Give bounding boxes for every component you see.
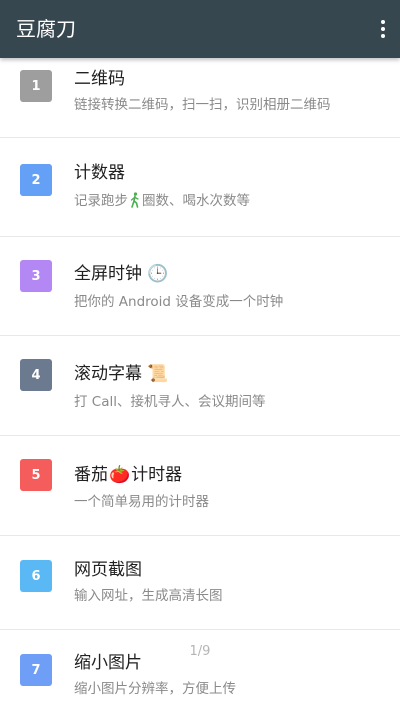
item-title: 二维码	[74, 68, 125, 90]
list-item-counter[interactable]: 2 计数器 记录跑步 圈数、喝水次数等	[0, 138, 400, 237]
list-item-pomodoro-timer[interactable]: 5 番茄 🍅 计时器 一个简单易用的计时器	[0, 436, 400, 536]
page-indicator: 1/9	[189, 644, 211, 659]
item-title: 计数器	[74, 162, 125, 184]
item-title-text: 全屏时钟	[74, 264, 142, 284]
item-description: 把你的 Android 设备变成一个时钟	[74, 294, 284, 310]
tool-list: 1 二维码 链接转换二维码，扫一扫，识别相册二维码 2 计数器 记录跑步 圈数、…	[0, 58, 400, 710]
list-item-scrolling-text[interactable]: 4 滚动字幕 📜 打 Call、接机寻人、会议期间等	[0, 336, 400, 436]
list-item-qrcode[interactable]: 1 二维码 链接转换二维码，扫一扫，识别相册二维码	[0, 58, 400, 138]
description-text: 圈数、喝水次数等	[142, 193, 250, 209]
item-description: 一个简单易用的计时器	[74, 494, 209, 510]
index-badge: 1	[20, 70, 52, 102]
index-badge: 4	[20, 359, 52, 391]
scroll-icon: 📜	[147, 364, 169, 384]
item-description: 链接转换二维码，扫一扫，识别相册二维码	[74, 97, 331, 113]
list-item-web-screenshot[interactable]: 6 网页截图 输入网址，生成高清长图	[0, 536, 400, 630]
clock-icon: 🕒	[147, 264, 169, 284]
app-title: 豆腐刀	[16, 17, 76, 41]
tomato-icon: 🍅	[109, 465, 131, 485]
item-title: 番茄 🍅 计时器	[74, 464, 182, 486]
item-description: 打 Call、接机寻人、会议期间等	[74, 394, 266, 410]
item-title-text: 网页截图	[74, 560, 142, 580]
item-description: 记录跑步 圈数、喝水次数等	[74, 192, 250, 210]
item-title-text: 滚动字幕	[74, 364, 142, 384]
index-badge: 2	[20, 164, 52, 196]
description-text: 记录跑步	[74, 193, 128, 209]
item-description: 输入网址，生成高清长图	[74, 588, 223, 604]
list-item-compress-image[interactable]: 7 缩小图片 缩小图片分辨率，方便上传	[0, 630, 400, 710]
index-badge: 3	[20, 260, 52, 292]
item-title-text: 计时器	[131, 465, 183, 485]
list-item-fullscreen-clock[interactable]: 3 全屏时钟 🕒 把你的 Android 设备变成一个时钟	[0, 237, 400, 336]
item-title-text: 计数器	[74, 163, 125, 183]
item-title: 滚动字幕 📜	[74, 363, 168, 385]
item-title-text: 番茄	[74, 465, 108, 485]
app-bar: 豆腐刀	[0, 0, 400, 58]
item-description: 缩小图片分辨率，方便上传	[74, 681, 236, 697]
item-title: 网页截图	[74, 559, 142, 581]
walking-person-icon	[130, 192, 139, 208]
more-vert-icon[interactable]	[376, 17, 390, 41]
item-title-text: 二维码	[74, 69, 125, 89]
item-title: 全屏时钟 🕒	[74, 263, 168, 285]
index-badge: 6	[20, 560, 52, 592]
index-badge: 5	[20, 459, 52, 491]
